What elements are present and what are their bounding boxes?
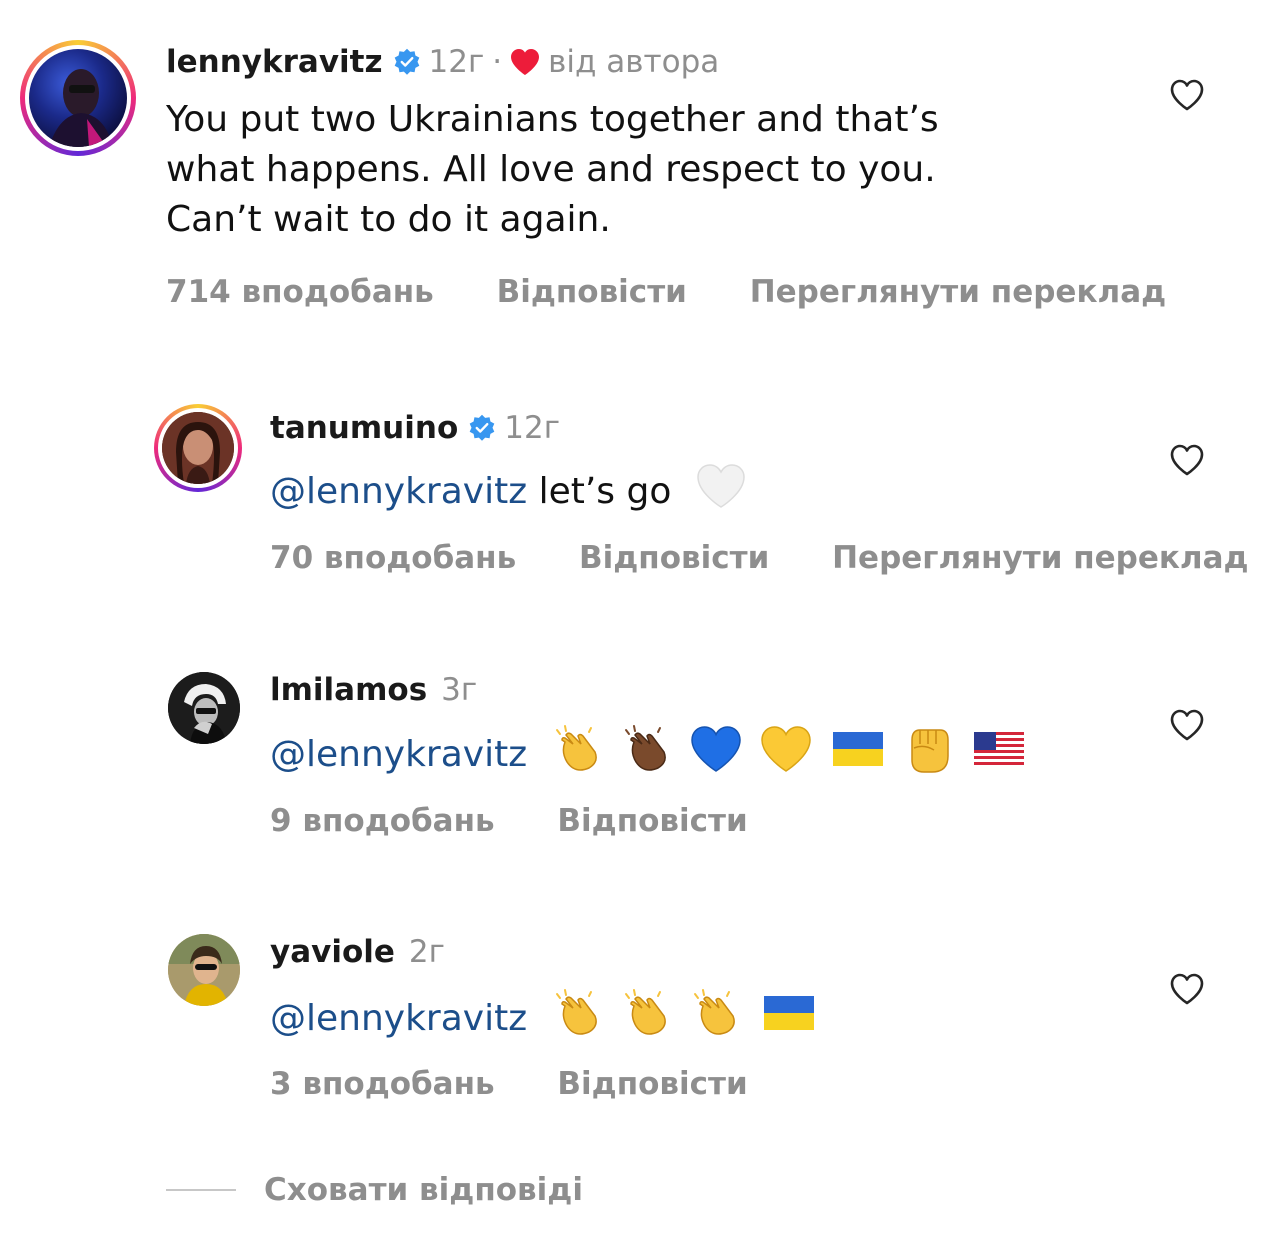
likes-count[interactable]: 3 вподобань	[270, 1066, 495, 1102]
reply-button[interactable]: Відповісти	[557, 803, 747, 839]
username[interactable]: lennykravitz	[166, 44, 383, 80]
clapping-hands-emoji-icon	[551, 986, 605, 1054]
likes-count[interactable]: 714 вподобань	[166, 274, 434, 310]
verified-badge-icon	[468, 414, 496, 442]
comment-actions: 9 вподобань Відповісти	[270, 803, 800, 839]
verified-badge-icon	[393, 48, 421, 76]
clapping-hands-dark-emoji-icon	[620, 722, 674, 790]
raised-fist-emoji-icon	[904, 722, 954, 790]
comment-text-body: let’s go	[527, 471, 672, 512]
comment-text: @lennykravitz	[270, 722, 1170, 790]
mention-link[interactable]: @lennykravitz	[270, 471, 527, 512]
clapping-hands-emoji-icon	[551, 722, 605, 790]
clapping-hands-emoji-icon	[689, 986, 743, 1054]
hide-replies-button[interactable]: Сховати відповіді	[264, 1172, 583, 1208]
comment-text: @lennykravitz let’s go	[270, 462, 1170, 524]
ukraine-flag-emoji-icon	[763, 994, 815, 1046]
comment-text-line: Can’t wait to do it again.	[166, 199, 611, 240]
blue-heart-emoji-icon	[689, 724, 743, 788]
like-heart-icon[interactable]	[1169, 443, 1205, 477]
comment-header: lennykravitz 12г · від автора	[166, 42, 719, 82]
avatar[interactable]	[168, 672, 240, 744]
like-heart-icon[interactable]	[1169, 78, 1205, 112]
like-heart-icon[interactable]	[1169, 708, 1205, 742]
avatar-story-ring[interactable]	[154, 404, 242, 492]
mention-link[interactable]: @lennykravitz	[270, 734, 527, 775]
likes-count[interactable]: 9 вподобань	[270, 803, 495, 839]
comment-time: 12г	[428, 44, 485, 80]
white-heart-emoji-icon	[695, 462, 747, 524]
liked-by-author-label: від автора	[548, 44, 720, 80]
comment-header: yaviole 2г	[270, 932, 445, 972]
reply-button[interactable]: Відповісти	[579, 540, 769, 576]
comment-header: lmilamos 3г	[270, 670, 477, 710]
avatar-story-ring[interactable]	[20, 40, 136, 156]
hide-replies-row[interactable]: Сховати відповіді	[166, 1172, 583, 1208]
comment-text-line: You put two Ukrainians together and that…	[166, 99, 939, 140]
author-liked-heart-icon	[510, 48, 540, 76]
username[interactable]: lmilamos	[270, 672, 427, 708]
comment-text-line: what happens. All love and respect to yo…	[166, 149, 936, 190]
us-flag-emoji-icon	[973, 730, 1025, 782]
comment-header: tanumuino 12г	[270, 408, 560, 448]
avatar[interactable]	[168, 934, 240, 1006]
yellow-heart-emoji-icon	[759, 724, 813, 788]
comment-text: You put two Ukrainians together and that…	[166, 95, 1126, 245]
comment-time: 2г	[408, 934, 445, 970]
username[interactable]: yaviole	[270, 934, 395, 970]
comment-text: @lennykravitz	[270, 986, 1170, 1054]
avatar	[29, 49, 127, 147]
avatar	[162, 412, 234, 484]
divider	[166, 1189, 236, 1191]
like-heart-icon[interactable]	[1169, 972, 1205, 1006]
reply-button[interactable]: Відповісти	[497, 274, 687, 310]
clapping-hands-emoji-icon	[620, 986, 674, 1054]
separator-dot: ·	[492, 44, 503, 80]
see-translation-button[interactable]: Переглянути переклад	[832, 540, 1248, 576]
reply-button[interactable]: Відповісти	[557, 1066, 747, 1102]
ukraine-flag-emoji-icon	[832, 730, 884, 782]
comment-actions: 3 вподобань Відповісти	[270, 1066, 800, 1102]
see-translation-button[interactable]: Переглянути переклад	[750, 274, 1166, 310]
mention-link[interactable]: @lennykravitz	[270, 998, 527, 1039]
comment-time: 12г	[504, 410, 560, 446]
comment-actions: 70 вподобань Відповісти Переглянути пере…	[270, 540, 1249, 576]
username[interactable]: tanumuino	[270, 410, 458, 446]
comment-time: 3г	[441, 672, 478, 708]
comment-actions: 714 вподобань Відповісти Переглянути пер…	[166, 274, 1166, 310]
likes-count[interactable]: 70 вподобань	[270, 540, 516, 576]
